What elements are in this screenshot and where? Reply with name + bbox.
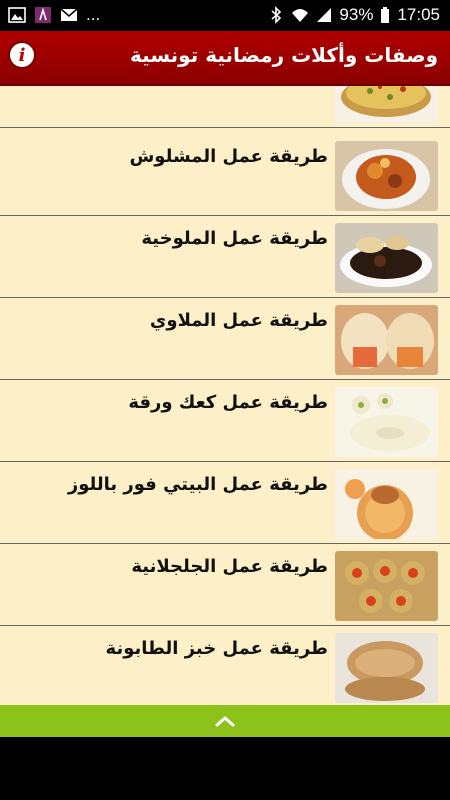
chevron-up-icon[interactable]	[214, 714, 236, 728]
recipe-title: طريقة عمل البيتي فور باللوز	[67, 474, 328, 495]
navigation-area	[0, 737, 450, 800]
image-icon	[8, 7, 26, 23]
recipe-thumbnail	[335, 633, 438, 703]
recipe-thumbnail	[335, 551, 438, 621]
battery-icon	[381, 7, 390, 23]
recipe-thumbnail	[335, 469, 438, 539]
recipe-thumbnail	[335, 387, 438, 457]
recipe-thumbnail	[335, 141, 438, 211]
battery-percent: 93%	[339, 5, 374, 24]
info-button[interactable]: i	[8, 41, 36, 69]
list-item[interactable]: طريقة عمل كعك ورقة	[0, 380, 450, 462]
list-item[interactable]: طريقة عمل المشلوش	[0, 134, 450, 216]
recipe-title: طريقة عمل الجلجلانية	[131, 556, 328, 577]
list-item[interactable]: طريقة عمل خبز الطابونة	[0, 626, 450, 705]
list-item[interactable]	[0, 86, 450, 128]
bottom-bar[interactable]	[0, 705, 450, 737]
recipe-title: طريقة عمل المشلوش	[129, 146, 328, 167]
recipe-title: طريقة عمل الملاوي	[149, 310, 328, 331]
info-icon: i	[18, 44, 26, 66]
signal-icon	[317, 8, 332, 22]
bluetooth-icon	[271, 6, 282, 24]
recipe-thumbnail	[335, 223, 438, 293]
status-bar: ... 93% 17:05	[0, 0, 450, 31]
list-item[interactable]: طريقة عمل الملاوي	[0, 298, 450, 380]
list-item[interactable]: طريقة عمل الملوخية	[0, 216, 450, 298]
recipe-title: طريقة عمل خبز الطابونة	[105, 638, 328, 659]
list-item[interactable]: طريقة عمل البيتي فور باللوز	[0, 462, 450, 544]
clock: 17:05	[397, 5, 440, 24]
mail-icon	[60, 8, 78, 21]
app-bar: i وصفات وأكلات رمضانية تونسية	[0, 31, 450, 86]
recipe-list[interactable]: طريقة عمل المشلوش طريقة عمل الملوخية طري…	[0, 86, 450, 705]
recipe-title: طريقة عمل الملوخية	[141, 228, 328, 249]
recipe-title: طريقة عمل كعك ورقة	[128, 392, 328, 413]
notification-dots: ...	[86, 5, 101, 24]
recipe-thumbnail	[335, 305, 438, 375]
app-icon	[35, 7, 51, 23]
app-title: وصفات وأكلات رمضانية تونسية	[130, 43, 438, 67]
list-item[interactable]: طريقة عمل الجلجلانية	[0, 544, 450, 626]
recipe-thumbnail	[335, 86, 438, 123]
wifi-icon	[292, 9, 309, 22]
